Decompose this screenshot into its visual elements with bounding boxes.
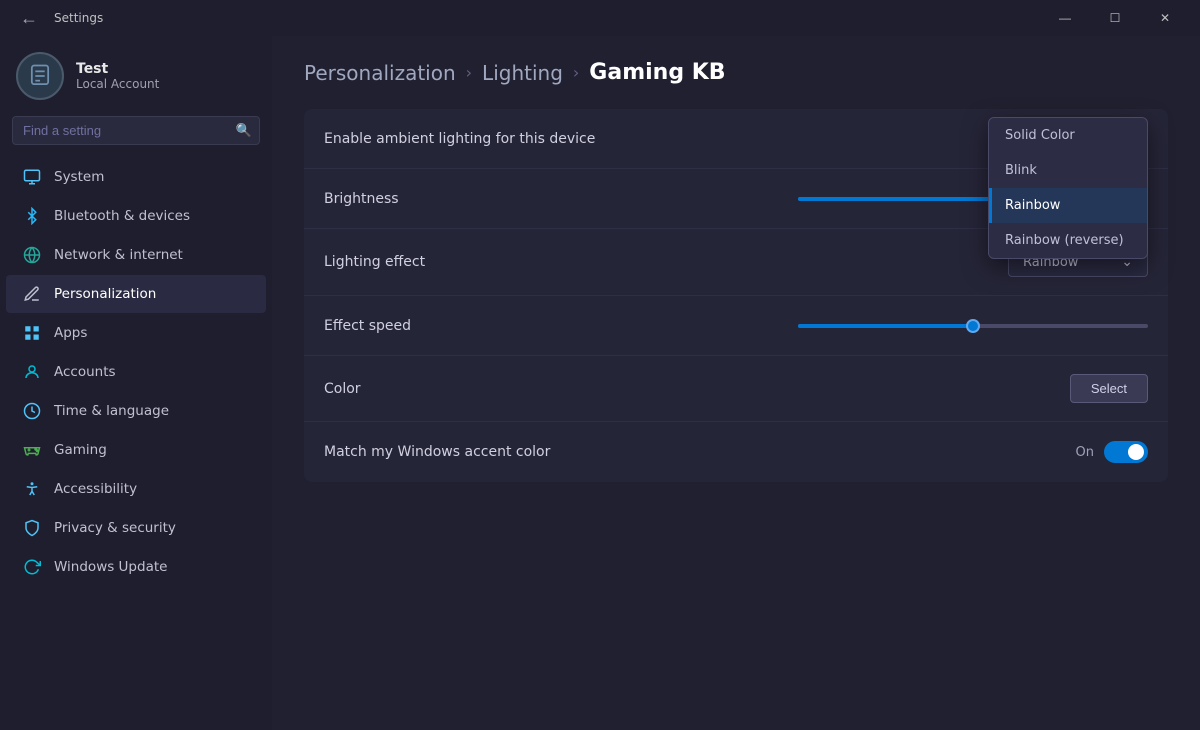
sidebar-item-label-update: Windows Update — [54, 559, 167, 575]
sidebar-item-apps[interactable]: Apps — [6, 314, 266, 352]
dropdown-option-solid-color[interactable]: Solid Color — [989, 118, 1147, 153]
sidebar-item-accounts[interactable]: Accounts — [6, 353, 266, 391]
user-account-type: Local Account — [76, 77, 159, 91]
lighting-effect-dropdown-container: Solid Color Blink Rainbow Rainbow (rever… — [1008, 247, 1148, 277]
sidebar-item-network[interactable]: Network & internet — [6, 236, 266, 274]
search-icon: 🔍 — [236, 123, 252, 138]
effect-speed-slider-container — [798, 324, 1148, 328]
dropdown-option-rainbow[interactable]: Rainbow — [989, 188, 1147, 223]
sidebar-item-label-system: System — [54, 169, 104, 185]
sidebar-item-label-time: Time & language — [54, 403, 169, 419]
ambient-lighting-label: Enable ambient lighting for this device — [324, 131, 595, 147]
breadcrumb: Personalization › Lighting › Gaming KB — [304, 60, 1168, 85]
privacy-icon — [22, 518, 42, 538]
gaming-icon — [22, 440, 42, 460]
title-bar: ← Settings — ☐ ✕ — [0, 0, 1200, 36]
breadcrumb-current: Gaming KB — [589, 60, 725, 85]
sidebar-search-container: 🔍 — [12, 116, 260, 145]
sidebar-profile: Test Local Account — [0, 36, 272, 112]
search-input[interactable] — [12, 116, 260, 145]
sidebar-item-label-bluetooth: Bluetooth & devices — [54, 208, 190, 224]
maximize-button[interactable]: ☐ — [1092, 0, 1138, 36]
title-bar-title: Settings — [54, 11, 103, 25]
effect-speed-slider-track[interactable] — [798, 324, 1148, 328]
system-icon — [22, 167, 42, 187]
sidebar-item-label-accessibility: Accessibility — [54, 481, 137, 497]
user-info: Test Local Account — [76, 61, 159, 91]
sidebar-item-bluetooth[interactable]: Bluetooth & devices — [6, 197, 266, 235]
sidebar-item-accessibility[interactable]: Accessibility — [6, 470, 266, 508]
breadcrumb-sep-1: › — [466, 63, 472, 82]
effect-speed-slider-thumb[interactable] — [966, 319, 980, 333]
match-accent-row: Match my Windows accent color On — [304, 422, 1168, 482]
title-bar-controls: — ☐ ✕ — [1042, 0, 1188, 36]
match-accent-toggle-container: On — [1076, 441, 1148, 463]
sidebar-item-label-privacy: Privacy & security — [54, 520, 176, 536]
sidebar-item-system[interactable]: System — [6, 158, 266, 196]
apps-icon — [22, 323, 42, 343]
effect-speed-label: Effect speed — [324, 318, 411, 334]
effect-speed-slider-fill — [798, 324, 973, 328]
sidebar-item-update[interactable]: Windows Update — [6, 548, 266, 586]
back-button[interactable]: ← — [12, 4, 46, 33]
sidebar-item-personalization[interactable]: Personalization — [6, 275, 266, 313]
avatar — [16, 52, 64, 100]
sidebar-item-gaming[interactable]: Gaming — [6, 431, 266, 469]
sidebar-nav: System Bluetooth & devices Network & int… — [0, 153, 272, 722]
close-button[interactable]: ✕ — [1142, 0, 1188, 36]
sidebar-item-privacy[interactable]: Privacy & security — [6, 509, 266, 547]
breadcrumb-personalization[interactable]: Personalization — [304, 61, 456, 85]
sidebar-item-label-gaming: Gaming — [54, 442, 107, 458]
sidebar-item-label-accounts: Accounts — [54, 364, 116, 380]
sidebar: Test Local Account 🔍 System Bluetooth & … — [0, 36, 272, 730]
color-select-button[interactable]: Select — [1070, 374, 1148, 403]
network-icon — [22, 245, 42, 265]
bluetooth-icon — [22, 206, 42, 226]
update-icon — [22, 557, 42, 577]
user-name: Test — [76, 61, 159, 77]
sidebar-item-label-network: Network & internet — [54, 247, 183, 263]
app-body: Test Local Account 🔍 System Bluetooth & … — [0, 36, 1200, 730]
minimize-button[interactable]: — — [1042, 0, 1088, 36]
brightness-label: Brightness — [324, 191, 399, 207]
dropdown-option-rainbow-reverse[interactable]: Rainbow (reverse) — [989, 223, 1147, 258]
color-label: Color — [324, 381, 361, 397]
time-icon — [22, 401, 42, 421]
accounts-icon — [22, 362, 42, 382]
settings-card: Enable ambient lighting for this device … — [304, 109, 1168, 482]
match-accent-label: Match my Windows accent color — [324, 444, 550, 460]
sidebar-item-label-apps: Apps — [54, 325, 87, 341]
personalization-icon — [22, 284, 42, 304]
sidebar-item-time[interactable]: Time & language — [6, 392, 266, 430]
match-accent-toggle[interactable] — [1104, 441, 1148, 463]
lighting-effect-dropdown-popup: Solid Color Blink Rainbow Rainbow (rever… — [988, 117, 1148, 259]
main-content: Personalization › Lighting › Gaming KB E… — [272, 36, 1200, 730]
title-bar-left: ← Settings — [12, 4, 103, 33]
lighting-effect-row: Lighting effect Solid Color Blink Rainbo… — [304, 229, 1168, 296]
dropdown-option-blink[interactable]: Blink — [989, 153, 1147, 188]
breadcrumb-lighting[interactable]: Lighting — [482, 61, 563, 85]
accessibility-icon — [22, 479, 42, 499]
match-accent-toggle-label: On — [1076, 445, 1094, 460]
effect-speed-row: Effect speed — [304, 296, 1168, 356]
color-row: Color Select — [304, 356, 1168, 422]
sidebar-item-label-personalization: Personalization — [54, 286, 156, 302]
breadcrumb-sep-2: › — [573, 63, 579, 82]
lighting-effect-label: Lighting effect — [324, 254, 425, 270]
